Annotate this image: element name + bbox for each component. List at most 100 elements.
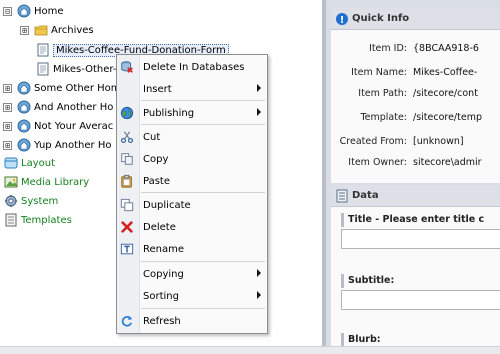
collapse-toggle[interactable]: ⊟	[3, 6, 12, 16]
info-row-template: Template: /sitecore/temp	[331, 112, 500, 126]
tree-node-label: Mikes-Other-	[53, 63, 117, 75]
menu-item-paste[interactable]: Paste	[117, 170, 267, 192]
tree-node-not-your-average[interactable]: ⊞ Not Your Averac	[3, 117, 113, 135]
tree-node-some-other-home[interactable]: ⊞ Some Other Hom	[3, 79, 121, 97]
info-key: Item ID:	[369, 43, 407, 54]
expand-toggle[interactable]: ⊞	[3, 121, 12, 131]
info-key: Item Name:	[351, 67, 407, 78]
info-value: Mikes-Coffee-	[413, 67, 478, 78]
menu-separator	[141, 308, 265, 309]
tree-node-archives[interactable]: ⊞ Archives	[20, 21, 94, 39]
tree-node-label: Archives	[51, 24, 94, 36]
menu-item-label: Copy	[143, 153, 169, 165]
tree-node-yup-another-home[interactable]: ⊞ Yup Another Ho	[3, 136, 111, 154]
submenu-arrow-icon	[257, 291, 261, 299]
media-library-icon	[4, 175, 18, 189]
scissors-icon	[120, 130, 134, 144]
refresh-icon	[120, 314, 134, 328]
menu-item-publishing[interactable]: Publishing	[117, 102, 267, 124]
info-value: /sitecore/temp	[413, 112, 482, 123]
quick-info-title: Quick Info	[352, 13, 410, 24]
menu-item-copying[interactable]: Copying	[117, 263, 267, 285]
clipboard-icon	[120, 174, 134, 188]
tree-node-label: And Another Ho	[34, 101, 114, 113]
menu-item-sorting[interactable]: Sorting	[117, 285, 267, 307]
menu-item-cut[interactable]: Cut	[117, 126, 267, 148]
info-row-item-id: Item ID: {8BCAA918-6	[331, 43, 500, 57]
templates-icon	[4, 213, 18, 227]
rename-icon	[120, 242, 134, 256]
menu-separator	[141, 124, 265, 125]
tree-node-templates[interactable]: Templates	[4, 211, 72, 229]
home-icon	[17, 119, 31, 133]
title-input[interactable]	[341, 229, 500, 249]
quick-info-body: Item ID: {8BCAA918-6 Item Name: Mikes-Co…	[331, 30, 500, 183]
field-label: Blurb:	[341, 333, 500, 346]
document-icon	[36, 62, 50, 76]
expand-toggle[interactable]: ⊞	[3, 140, 12, 150]
tree-node-mikes-other[interactable]: Mikes-Other-	[36, 60, 116, 78]
menu-item-label: Delete In Databases	[143, 61, 245, 73]
menu-separator	[141, 261, 265, 262]
info-value: [unknown]	[413, 136, 464, 147]
field-title: Title - Please enter title c	[341, 213, 500, 249]
data-section-header[interactable]: Data	[331, 185, 500, 207]
tree-node-label: Layout	[21, 157, 55, 169]
info-value: sitecore\admir	[413, 157, 482, 168]
layout-icon	[4, 156, 18, 170]
tree-node-and-another-home[interactable]: ⊞ And Another Ho	[3, 98, 113, 116]
home-icon	[17, 4, 31, 18]
menu-item-label: Rename	[143, 243, 185, 255]
expand-toggle[interactable]: ⊞	[3, 83, 12, 93]
menu-separator	[141, 100, 265, 101]
menu-item-delete-in-databases[interactable]: Delete In Databases	[117, 56, 267, 78]
subtitle-input[interactable]	[341, 290, 500, 310]
field-blurb: Blurb:	[341, 333, 500, 346]
menu-item-refresh[interactable]: Refresh	[117, 310, 267, 332]
expand-toggle[interactable]: ⊞	[3, 102, 12, 112]
field-label: Subtitle:	[341, 274, 500, 288]
info-value: {8BCAA918-6	[413, 43, 479, 54]
tree-node-layout[interactable]: Layout	[4, 154, 55, 172]
tree-node-label: Yup Another Ho	[34, 139, 112, 151]
home-icon	[17, 100, 31, 114]
menu-item-copy[interactable]: Copy	[117, 148, 267, 170]
tree-node-system[interactable]: System	[4, 192, 58, 210]
menu-item-label: Paste	[143, 175, 170, 187]
menu-item-label: Insert	[143, 83, 172, 95]
document-icon	[36, 43, 50, 57]
tree-node-label: Media Library	[21, 176, 90, 188]
splitter[interactable]	[322, 0, 326, 346]
menu-item-insert[interactable]: Insert	[117, 78, 267, 100]
menu-item-duplicate[interactable]: Duplicate	[117, 194, 267, 216]
tree-node-home[interactable]: ⊟ Home	[3, 2, 64, 20]
tree-node-label: Home	[34, 5, 64, 17]
data-section-body: Title - Please enter title c Subtitle: B…	[331, 207, 500, 346]
menu-item-label: Refresh	[143, 315, 181, 327]
info-key: Item Owner:	[348, 157, 407, 168]
menu-separator	[141, 192, 265, 193]
field-subtitle: Subtitle:	[341, 274, 500, 310]
info-key: Item Path:	[358, 88, 407, 99]
menu-item-rename[interactable]: Rename	[117, 238, 267, 260]
info-key: Template:	[360, 112, 407, 123]
tree-node-media-library[interactable]: Media Library	[4, 173, 89, 191]
duplicate-icon	[120, 198, 134, 212]
globe-icon	[120, 106, 134, 120]
status-bar	[0, 346, 500, 354]
info-row-item-owner: Item Owner: sitecore\admir	[331, 157, 500, 171]
home-icon	[17, 138, 31, 152]
field-label: Title - Please enter title c	[341, 213, 500, 227]
quick-info-header[interactable]: ! Quick Info	[331, 8, 500, 30]
copy-icon	[120, 152, 134, 166]
menu-item-label: Sorting	[143, 290, 179, 302]
menu-item-label: Copying	[143, 268, 184, 280]
menu-item-delete[interactable]: Delete	[117, 216, 267, 238]
delete-in-databases-icon	[120, 60, 134, 74]
tree-node-label: Templates	[21, 214, 72, 226]
menu-item-label: Publishing	[143, 107, 195, 119]
tree-node-label: System	[21, 195, 59, 207]
info-value: /sitecore/cont	[413, 88, 478, 99]
delete-x-icon	[120, 220, 134, 234]
expand-toggle[interactable]: ⊞	[20, 25, 29, 35]
